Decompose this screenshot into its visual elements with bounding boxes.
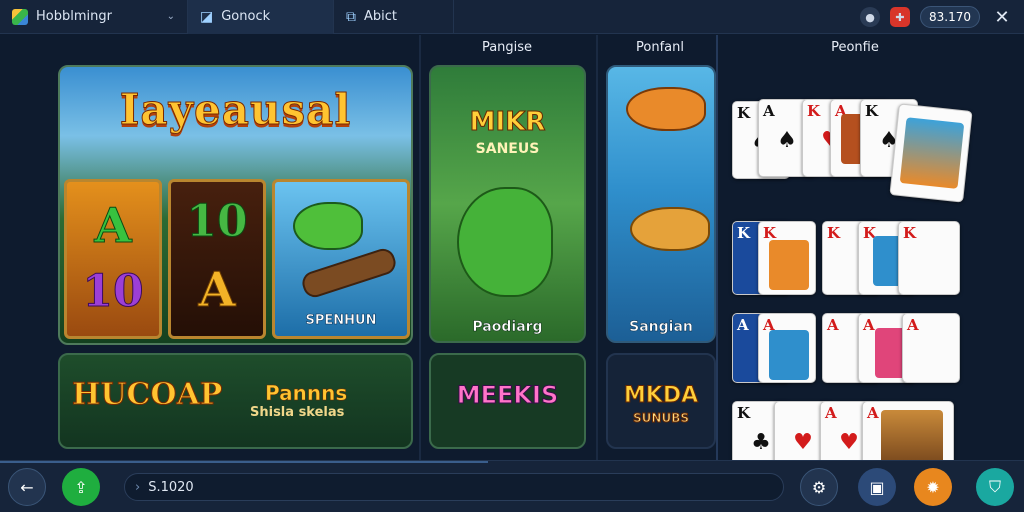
scroll-indicator: [0, 461, 488, 463]
grid-icon[interactable]: ▣: [858, 468, 896, 506]
game-tile-mkda[interactable]: MKDA SUNUBS: [606, 353, 716, 449]
playing-card[interactable]: A: [902, 313, 960, 383]
camera-icon: ⧉: [346, 8, 356, 25]
featured-slot-title: Iayeausal: [119, 85, 352, 135]
game-tile-label: Paodiarg: [472, 319, 543, 336]
bet-input[interactable]: › S.1020: [124, 473, 784, 501]
card-rank: K: [737, 224, 751, 242]
game-tile-banner-subtitle: SUNUBS: [633, 411, 690, 426]
back-icon[interactable]: ←: [8, 468, 46, 506]
game-tile-banner: MEEKIS: [456, 381, 559, 410]
card-games-panel: K♠ A♠ K♥ A K♠ K K K K K A A A A A K♣ ♥ A…: [722, 65, 1024, 479]
share-icon[interactable]: ⇪: [62, 468, 100, 506]
playing-card[interactable]: A: [758, 313, 816, 383]
reel: SPENHUN: [272, 179, 410, 339]
tab-gonock-label: Gonock: [221, 9, 271, 24]
card-rank: K: [737, 404, 751, 422]
fish-icon: [626, 87, 706, 131]
top-bar: Hobblmingr ⌄ ◪ Gonock ⧉ Abict ● ✚ 83.170…: [0, 0, 1024, 34]
card-rank: K: [737, 104, 751, 122]
tab-abict-label: Abict: [364, 9, 398, 24]
gear-icon[interactable]: ⚙: [800, 468, 838, 506]
chevron-down-icon[interactable]: ⌄: [167, 11, 175, 22]
fish-card-art: [769, 330, 809, 380]
shield-icon[interactable]: ⛉: [976, 468, 1014, 506]
close-icon[interactable]: ✕: [990, 7, 1014, 28]
card-rank: K: [827, 224, 841, 242]
game-tile-meekis[interactable]: MEEKIS: [429, 353, 586, 449]
promo-banner-subtitle: Shisla skelas: [250, 405, 345, 420]
column-title-ponfanl: Ponfanl: [636, 40, 684, 55]
reel-symbol: 10: [82, 266, 144, 318]
balance-badge: 83.170: [920, 6, 980, 28]
reel-symbol: 10: [186, 196, 248, 248]
tab-abict[interactable]: ⧉ Abict: [334, 0, 454, 34]
card-rank: A: [827, 316, 839, 334]
tab-gonock[interactable]: ◪ Gonock: [188, 0, 334, 34]
game-tile-label: Sangian: [629, 319, 693, 336]
game-tile-banner: MKDA: [623, 383, 699, 409]
chevron-right-icon: ›: [135, 479, 141, 495]
record-icon[interactable]: ●: [860, 7, 880, 27]
game-tile-subtitle: SANEUS: [475, 141, 540, 157]
playing-card-featured[interactable]: [889, 103, 973, 203]
card-rank: K: [865, 102, 879, 120]
column-title-pangise: Pangise: [481, 40, 533, 55]
card-rank: A: [737, 316, 749, 334]
card-rank: K: [903, 224, 917, 242]
card-rank: A: [863, 316, 875, 334]
card-rank: A: [825, 404, 837, 422]
bottom-bar: ← ⇪ › S.1020 ⚙ ▣ ✹ ⛉: [0, 460, 1024, 512]
reel-symbol: A: [198, 262, 236, 319]
orange-gear-icon[interactable]: ✹: [914, 468, 952, 506]
game-tile-sangian[interactable]: Sangian: [606, 65, 716, 343]
fish-icon: [630, 207, 710, 251]
column-divider: [596, 35, 598, 460]
card-rank: K: [807, 102, 821, 120]
promo-banner[interactable]: HUCOAP Pannns Shisla skelas: [58, 353, 413, 449]
playing-card[interactable]: K: [898, 221, 960, 295]
bet-input-value: S.1020: [148, 479, 194, 495]
column-title-peonfie: Peonfie: [831, 40, 879, 55]
column-divider: [716, 35, 718, 460]
frog-fish-icon: [457, 187, 553, 297]
gift-icon[interactable]: ✚: [890, 7, 910, 27]
image-icon: ◪: [200, 8, 214, 25]
card-rank: A: [867, 404, 879, 422]
featured-slot-tile[interactable]: Iayeausal A 10 10 A SPENHUN: [58, 65, 413, 345]
fish-card-art: [899, 117, 965, 189]
fish-icon: [293, 202, 363, 250]
app-tab-label: Hobblmingr: [36, 9, 112, 24]
stack-app-icon: [12, 8, 28, 25]
game-tile-title: MIKR: [469, 107, 546, 138]
reel: A 10: [64, 179, 162, 339]
spin-label: SPENHUN: [305, 313, 377, 329]
promo-banner-side: Pannns: [265, 381, 348, 406]
reel-symbol: A: [94, 198, 132, 255]
promo-banner-title: HUCOAP: [71, 377, 223, 413]
top-right-controls: ● ✚ 83.170 ✕: [860, 0, 1014, 34]
game-tile-mikr[interactable]: MIKR SANEUS Paodiarg: [429, 65, 586, 343]
card-rank: A: [907, 316, 919, 334]
column-divider: [419, 35, 421, 460]
reel: 10 A: [168, 179, 266, 339]
fish-card-art: [769, 240, 809, 290]
playing-card[interactable]: K: [758, 221, 816, 295]
app-tab[interactable]: Hobblmingr ⌄: [0, 0, 188, 34]
cannon-icon: [299, 245, 399, 301]
game-lobby: Pangise Ponfanl Peonfie Iayeausal A 10 1…: [0, 35, 1024, 479]
card-rank: A: [763, 102, 775, 120]
